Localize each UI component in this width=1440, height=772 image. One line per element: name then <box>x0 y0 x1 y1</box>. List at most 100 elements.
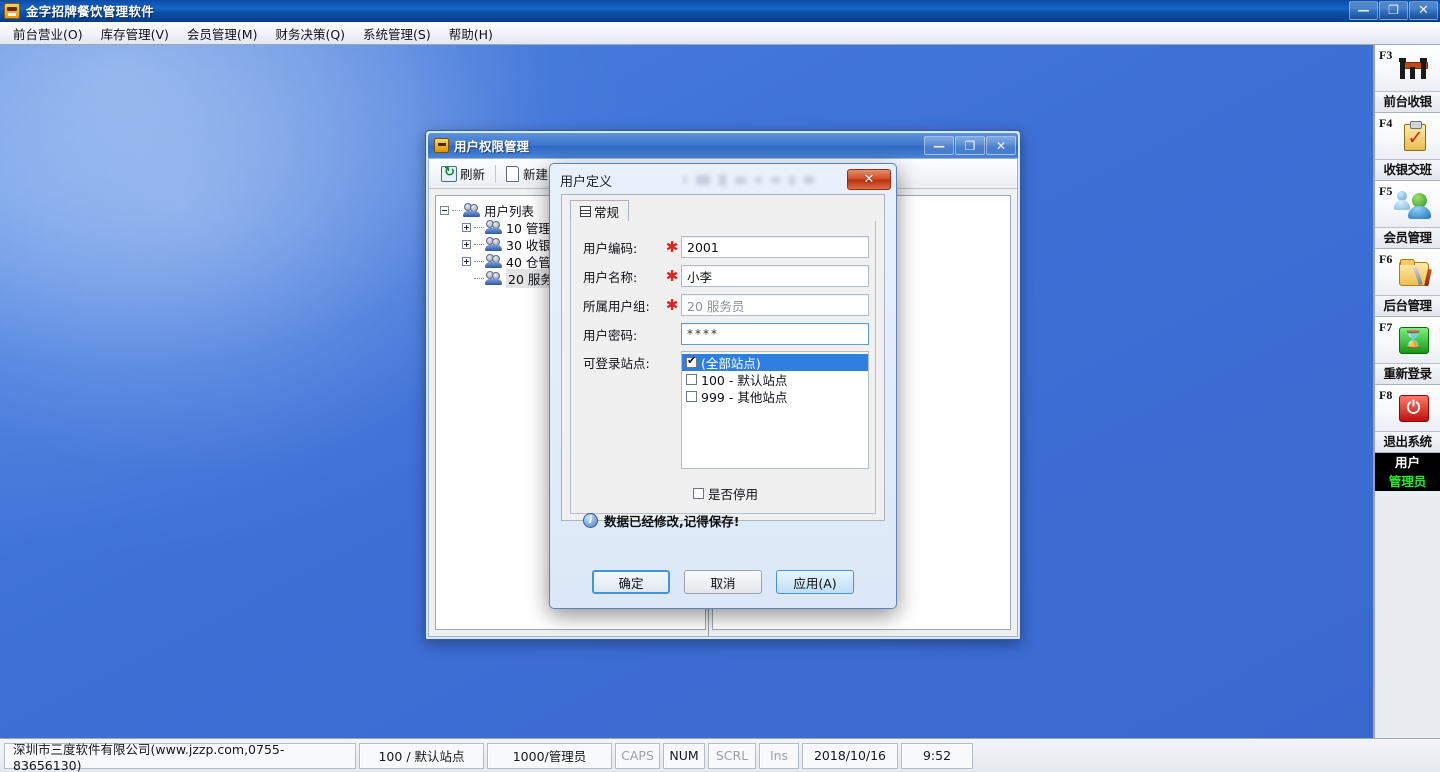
site-option-100[interactable]: 100 - 默认站点 <box>682 371 868 388</box>
status-scrl: SCRL <box>708 742 756 769</box>
sidebar-filler <box>1375 491 1440 738</box>
menu-help[interactable]: 帮助(H) <box>440 21 502 46</box>
status-company: 深圳市三度软件有限公司(www.jzzp.com,0755-83656130) <box>4 742 356 772</box>
sidebar-label-f7[interactable]: 重新登录 <box>1375 364 1440 385</box>
sidebar-key-f5: F5 <box>1379 184 1393 198</box>
checkbox-icon[interactable] <box>686 374 697 385</box>
menu-membership[interactable]: 会员管理(M) <box>178 21 267 46</box>
checkbox-icon[interactable] <box>693 488 704 499</box>
apply-button[interactable]: 应用(A) <box>776 570 854 594</box>
status-date: 2018/10/16 <box>802 742 898 769</box>
refresh-button[interactable]: 刷新 <box>434 161 492 186</box>
application-window: 金字招牌餐饮管理软件 — ❐ ✕ 前台营业(O) 库存管理(V) 会员管理(M)… <box>0 0 1440 772</box>
password-mask: **** <box>687 327 719 341</box>
sidebar-button-f4[interactable]: F4 <box>1375 113 1440 160</box>
user-code-input[interactable]: 2001 <box>681 236 869 258</box>
sidebar-user-heading: 用户 <box>1375 453 1440 472</box>
expand-plus-icon[interactable] <box>462 257 471 266</box>
tab-general-label: 常规 <box>594 205 620 220</box>
menu-finance[interactable]: 财务决策(Q) <box>266 21 354 46</box>
checkbox-icon[interactable] <box>686 355 697 368</box>
new-button[interactable]: 新建 <box>499 161 555 186</box>
main-titlebar: 金字招牌餐饮管理软件 — ❐ ✕ <box>0 0 1440 22</box>
checkbox-icon[interactable] <box>686 391 697 402</box>
mdi-close-button[interactable]: ✕ <box>986 136 1016 155</box>
disable-checkbox-row[interactable]: 是否停用 <box>693 484 875 503</box>
dialog-tabstrip: 常规 <box>562 195 884 222</box>
ok-button[interactable]: 确定 <box>592 570 670 594</box>
refresh-label: 刷新 <box>460 167 486 182</box>
sidebar-button-f6[interactable]: F6 <box>1375 249 1440 296</box>
user-group-input[interactable]: 20 服务员 <box>681 294 869 316</box>
menubar: 前台营业(O) 库存管理(V) 会员管理(M) 财务决策(Q) 系统管理(S) … <box>0 22 1440 45</box>
site-option-label: 999 - 其他站点 <box>701 390 788 405</box>
sidebar-button-f5[interactable]: F5 <box>1375 181 1440 228</box>
statusbar: 深圳市三度软件有限公司(www.jzzp.com,0755-83656130) … <box>0 738 1440 772</box>
users-window-icon <box>434 138 449 153</box>
sidebar-button-f7[interactable]: F7 ⌛ <box>1375 317 1440 364</box>
members-icon <box>1393 190 1431 219</box>
dialog-close-button[interactable]: ✕ <box>847 169 891 190</box>
expand-plus-icon[interactable] <box>462 240 471 249</box>
sidebar-label-f8[interactable]: 退出系统 <box>1375 432 1440 453</box>
maximize-button[interactable]: ❐ <box>1379 0 1408 20</box>
users-group-icon <box>485 254 502 269</box>
field-row-site-list: 可登录站点: (全部站点) 100 - 默认站点 9 <box>571 351 875 475</box>
sidebar-label-f6[interactable]: 后台管理 <box>1375 296 1440 317</box>
status-ins: Ins <box>759 742 799 769</box>
sidebar-button-f3[interactable]: F3 <box>1375 45 1440 92</box>
menu-front-desk[interactable]: 前台营业(O) <box>4 21 92 46</box>
toolbar-separator <box>495 164 497 183</box>
site-listbox[interactable]: (全部站点) 100 - 默认站点 999 - 其他站点 <box>681 351 869 469</box>
status-operator: 1000/管理员 <box>487 742 612 769</box>
user-password-input[interactable]: **** <box>681 323 869 345</box>
required-asterisk: ✱ <box>665 266 679 285</box>
disable-checkbox-label: 是否停用 <box>708 487 759 502</box>
site-list-label: 可登录站点: <box>583 356 650 371</box>
tree-line <box>474 244 484 245</box>
site-option-all[interactable]: (全部站点) <box>682 354 868 371</box>
minimize-button[interactable]: — <box>1349 0 1378 20</box>
close-button[interactable]: ✕ <box>1409 0 1438 20</box>
expand-plus-icon[interactable] <box>462 223 471 232</box>
cancel-button[interactable]: 取消 <box>684 570 762 594</box>
menu-system[interactable]: 系统管理(S) <box>354 21 440 46</box>
user-definition-dialog: 用户定义 ✕ 常规 用户编码: ✱ 2001 用户名称: ✱ 小李 所属用户组:… <box>549 163 897 609</box>
users-group-icon <box>485 237 502 252</box>
mdi-maximize-button[interactable]: ❐ <box>955 136 985 155</box>
mdi-window-controls: — ❐ ✕ <box>923 136 1016 155</box>
mdi-minimize-button[interactable]: — <box>924 136 954 155</box>
tab-general[interactable]: 常规 <box>570 200 630 222</box>
grid-icon <box>580 206 591 217</box>
dialog-title: 用户定义 <box>560 174 613 190</box>
site-option-999[interactable]: 999 - 其他站点 <box>682 388 868 405</box>
sidebar-key-f3: F3 <box>1379 48 1393 62</box>
user-name-label: 用户名称: <box>583 269 638 285</box>
field-row-user-name: 用户名称: ✱ 小李 <box>571 262 875 290</box>
status-caps: CAPS <box>615 742 660 769</box>
field-row-user-password: 用户密码: **** <box>571 320 875 348</box>
clipboard-check-icon <box>1403 120 1426 151</box>
sidebar-label-f3[interactable]: 前台收银 <box>1375 92 1440 113</box>
sidebar-user-name: 管理员 <box>1375 472 1440 491</box>
dialog-content-frame: 常规 用户编码: ✱ 2001 用户名称: ✱ 小李 所属用户组: ✱ 20 服… <box>561 194 885 529</box>
menu-inventory[interactable]: 库存管理(V) <box>92 21 178 46</box>
new-label: 新建 <box>523 167 549 182</box>
hourglass-icon: ⌛ <box>1398 327 1429 354</box>
user-password-label: 用户密码: <box>583 327 638 343</box>
dialog-titlebar[interactable]: 用户定义 ✕ <box>553 167 893 193</box>
sidebar-key-f6: F6 <box>1379 252 1393 266</box>
app-title: 金字招牌餐饮管理软件 <box>26 4 155 19</box>
power-icon: ⏻ <box>1398 395 1429 422</box>
sidebar-label-f5[interactable]: 会员管理 <box>1375 228 1440 249</box>
dialog-ghost-toolbar <box>683 173 823 187</box>
save-reminder-text: 数据已经修改,记得保存! <box>604 514 740 529</box>
field-row-user-code: 用户编码: ✱ 2001 <box>571 233 875 261</box>
sidebar-label-f4[interactable]: 收银交班 <box>1375 160 1440 181</box>
sidebar-button-f8[interactable]: F8 ⏻ <box>1375 385 1440 432</box>
user-name-input[interactable]: 小李 <box>681 265 869 287</box>
tab-panel-general: 用户编码: ✱ 2001 用户名称: ✱ 小李 所属用户组: ✱ 20 服务员 … <box>570 221 876 529</box>
required-asterisk: ✱ <box>665 295 679 314</box>
user-permission-titlebar[interactable]: 用户权限管理 — ❐ ✕ <box>428 133 1018 158</box>
collapse-minus-icon[interactable] <box>440 206 449 215</box>
